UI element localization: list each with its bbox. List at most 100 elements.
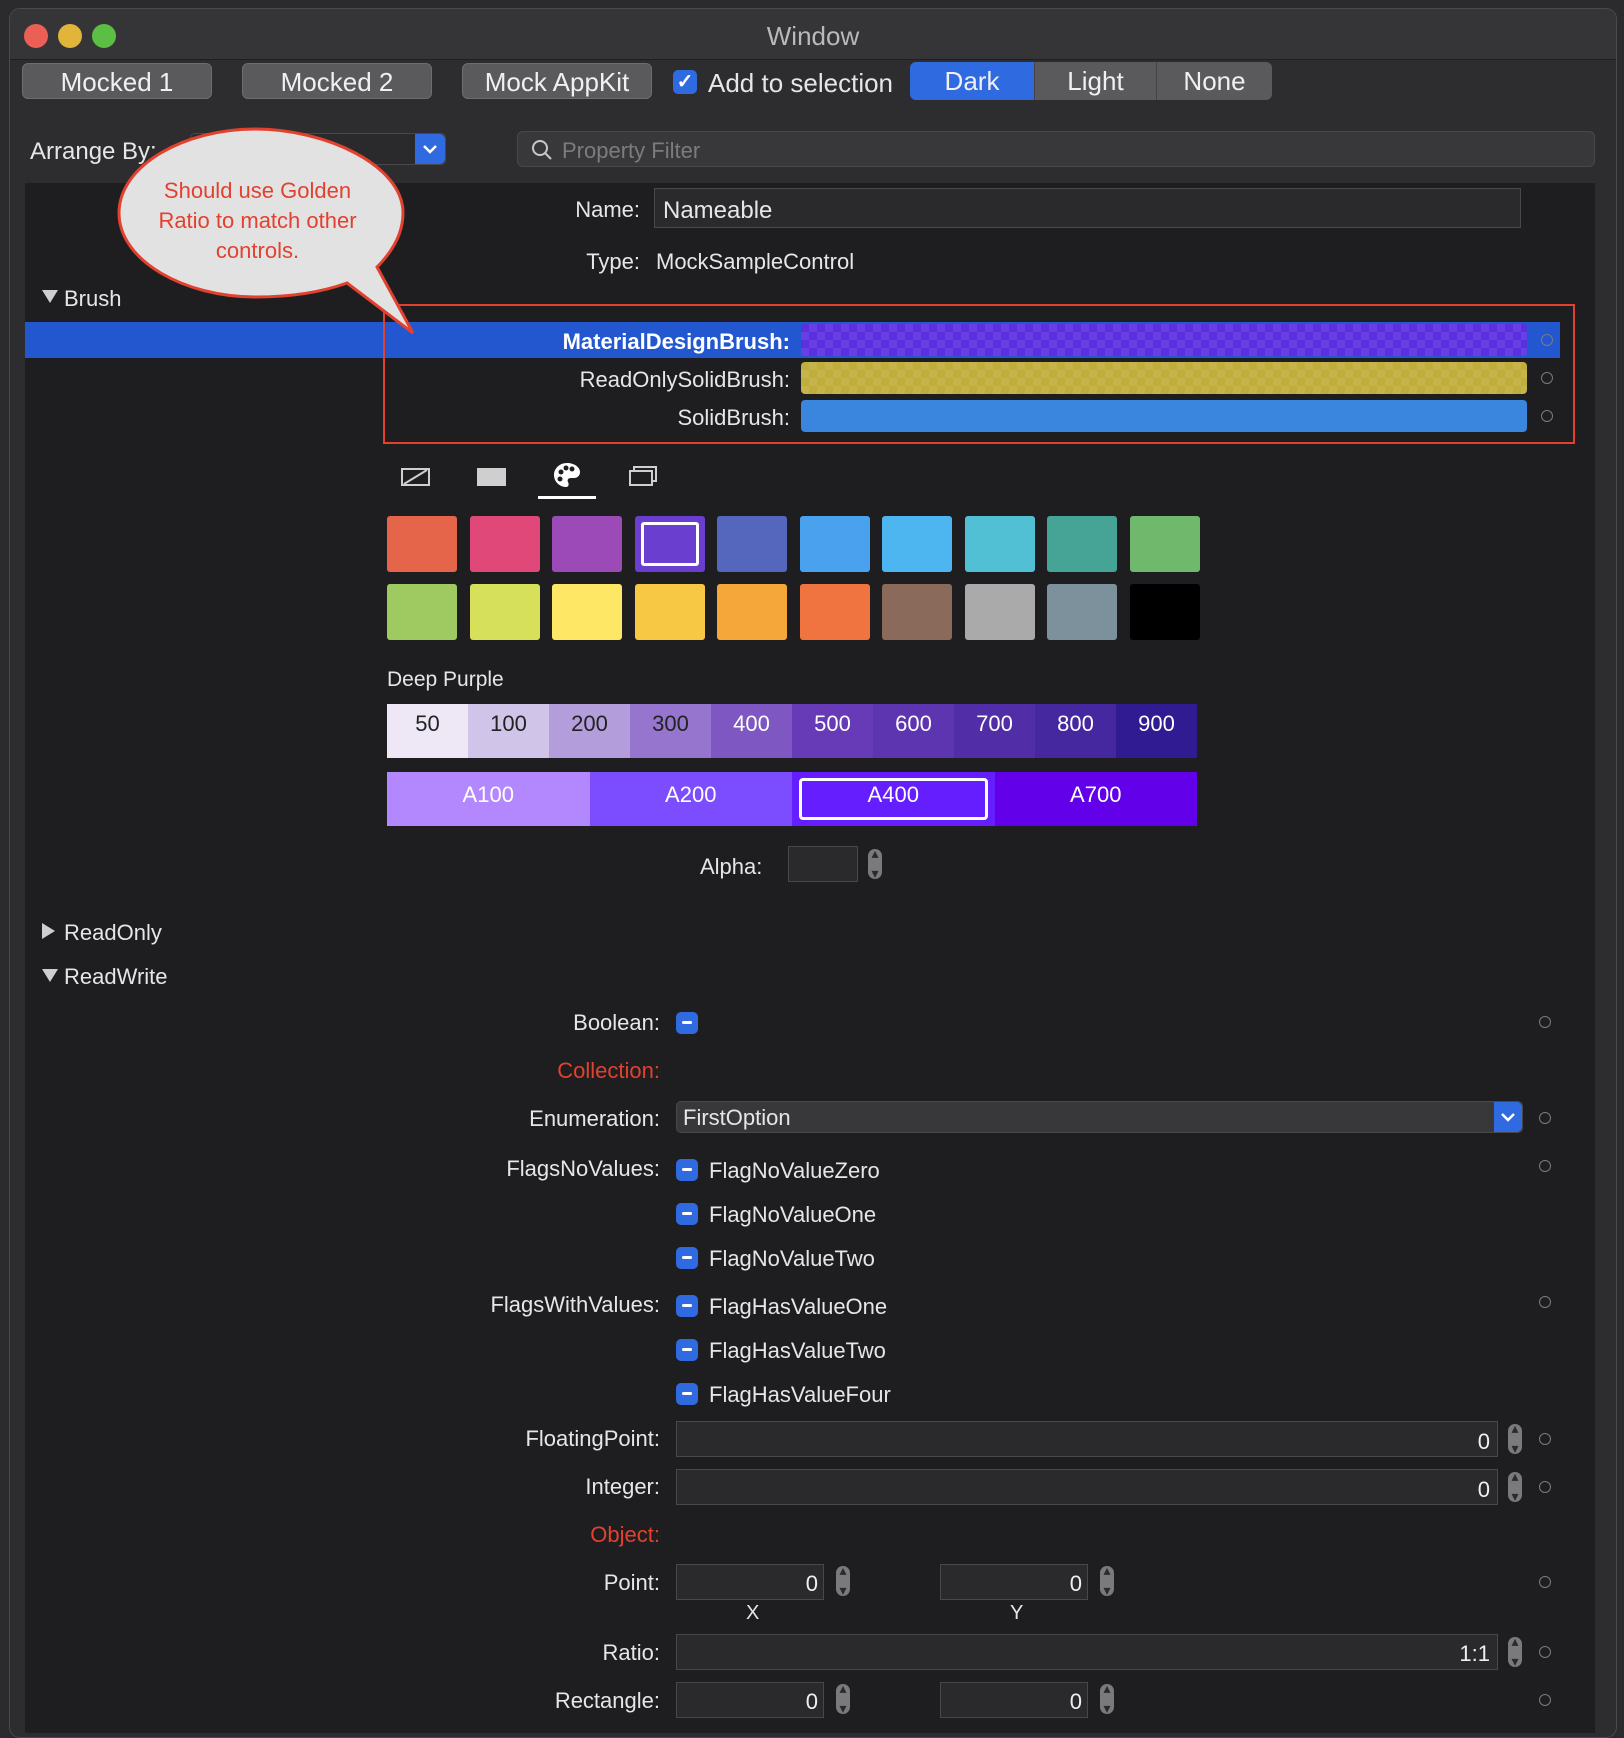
boolean-options-icon[interactable] bbox=[1539, 1016, 1551, 1028]
color-swatch[interactable] bbox=[634, 584, 705, 640]
enumeration-popup[interactable]: FirstOption bbox=[676, 1101, 1523, 1133]
name-label: Name: bbox=[575, 197, 640, 222]
color-swatch[interactable] bbox=[882, 584, 952, 640]
shade-300[interactable]: 300 bbox=[630, 704, 711, 758]
readonly-disclosure-icon[interactable] bbox=[42, 923, 55, 944]
flag-no-value-two-label: FlagNoValueTwo bbox=[709, 1246, 875, 1271]
mocked-2-button[interactable]: Mocked 2 bbox=[242, 63, 432, 99]
theme-none-segment[interactable]: None bbox=[1156, 62, 1272, 100]
theme-light-segment[interactable]: Light bbox=[1034, 62, 1156, 100]
alpha-stepper[interactable] bbox=[868, 845, 882, 882]
color-swatch[interactable] bbox=[717, 516, 787, 572]
flag-no-value-two-checkbox[interactable] bbox=[676, 1247, 698, 1269]
flag-has-value-two-checkbox[interactable] bbox=[676, 1339, 698, 1361]
shade-50[interactable]: 50 bbox=[387, 704, 468, 758]
color-swatch[interactable] bbox=[1047, 516, 1117, 572]
point-label: Point: bbox=[603, 1570, 660, 1595]
accent-a400[interactable]: A400 bbox=[792, 772, 995, 826]
alpha-field[interactable] bbox=[788, 846, 858, 882]
brush-group-label[interactable]: Brush bbox=[64, 286, 121, 312]
integer-field[interactable] bbox=[676, 1469, 1498, 1505]
mocked-1-button[interactable]: Mocked 1 bbox=[22, 63, 212, 99]
shade-800[interactable]: 800 bbox=[1035, 704, 1116, 758]
color-swatch[interactable] bbox=[1129, 516, 1200, 572]
flag-no-value-one-checkbox[interactable] bbox=[676, 1203, 698, 1225]
shade-400[interactable]: 400 bbox=[711, 704, 792, 758]
color-swatch[interactable] bbox=[387, 584, 457, 640]
shade-600[interactable]: 600 bbox=[873, 704, 954, 758]
accent-a200[interactable]: A200 bbox=[589, 772, 792, 826]
shade-500[interactable]: 500 bbox=[792, 704, 873, 758]
resource-icon[interactable] bbox=[627, 464, 659, 488]
floating-point-field[interactable] bbox=[676, 1421, 1498, 1457]
selected-swatch-indicator bbox=[640, 522, 699, 566]
color-swatch[interactable] bbox=[799, 584, 870, 640]
point-y-caption: Y bbox=[1010, 1602, 1024, 1624]
readwrite-disclosure-icon[interactable] bbox=[42, 969, 58, 987]
rectangle-a-value: 0 bbox=[805, 1689, 818, 1714]
rectangle-a-stepper[interactable] bbox=[836, 1680, 850, 1717]
enumeration-options-icon[interactable] bbox=[1539, 1112, 1551, 1124]
integer-stepper[interactable] bbox=[1508, 1468, 1522, 1505]
flags-no-values-options-icon[interactable] bbox=[1539, 1160, 1551, 1172]
shade-200[interactable]: 200 bbox=[549, 704, 630, 758]
chevron-down-icon bbox=[415, 134, 445, 164]
enumeration-label: Enumeration: bbox=[529, 1106, 660, 1131]
accent-a100[interactable]: A100 bbox=[387, 772, 590, 826]
color-swatch[interactable] bbox=[387, 516, 457, 572]
ratio-stepper[interactable] bbox=[1508, 1633, 1522, 1670]
shade-900[interactable]: 900 bbox=[1116, 704, 1197, 758]
theme-dark-segment[interactable]: Dark bbox=[910, 62, 1034, 100]
rectangle-options-icon[interactable] bbox=[1539, 1694, 1551, 1706]
readonly-group-label[interactable]: ReadOnly bbox=[64, 920, 162, 946]
point-y-stepper[interactable] bbox=[1100, 1562, 1114, 1599]
readwrite-group-label[interactable]: ReadWrite bbox=[64, 964, 168, 990]
property-filter-search[interactable]: Property Filter bbox=[517, 131, 1595, 167]
ratio-field[interactable] bbox=[676, 1634, 1498, 1670]
flag-has-value-one-checkbox[interactable] bbox=[676, 1295, 698, 1317]
search-placeholder: Property Filter bbox=[562, 138, 701, 163]
boolean-label: Boolean: bbox=[573, 1010, 660, 1035]
color-swatch[interactable] bbox=[469, 584, 540, 640]
color-swatch[interactable] bbox=[552, 584, 622, 640]
rectangle-b-value: 0 bbox=[1069, 1689, 1082, 1714]
annotation-highlight-box bbox=[383, 304, 1575, 444]
name-value: Nameable bbox=[663, 197, 773, 224]
flag-has-value-four-checkbox[interactable] bbox=[676, 1383, 698, 1405]
brush-disclosure-icon[interactable] bbox=[42, 290, 58, 308]
flags-with-values-options-icon[interactable] bbox=[1539, 1296, 1551, 1308]
color-swatch[interactable] bbox=[964, 584, 1035, 640]
color-swatch[interactable] bbox=[799, 516, 870, 572]
color-swatch[interactable] bbox=[964, 516, 1035, 572]
shade-100[interactable]: 100 bbox=[468, 704, 549, 758]
floating-point-stepper[interactable] bbox=[1508, 1420, 1522, 1457]
color-swatch[interactable] bbox=[634, 516, 705, 572]
mock-appkit-button[interactable]: Mock AppKit bbox=[462, 63, 652, 99]
title-bar: Window bbox=[10, 9, 1616, 60]
point-options-icon[interactable] bbox=[1539, 1576, 1551, 1588]
solid-brush-icon[interactable] bbox=[476, 466, 508, 488]
no-brush-icon[interactable] bbox=[400, 466, 432, 488]
color-swatch[interactable] bbox=[469, 516, 540, 572]
color-swatch[interactable] bbox=[717, 584, 787, 640]
add-to-selection-checkbox[interactable]: ✓ bbox=[673, 70, 697, 94]
color-swatch[interactable] bbox=[552, 516, 622, 572]
ratio-value: 1:1 bbox=[1459, 1641, 1490, 1666]
flag-no-value-zero-checkbox[interactable] bbox=[676, 1159, 698, 1181]
boolean-checkbox[interactable] bbox=[676, 1012, 698, 1034]
name-field[interactable]: Nameable bbox=[654, 188, 1521, 228]
flag-no-value-one-label: FlagNoValueOne bbox=[709, 1202, 877, 1227]
accent-a700[interactable]: A700 bbox=[994, 772, 1197, 826]
point-x-value: 0 bbox=[805, 1571, 818, 1596]
ratio-options-icon[interactable] bbox=[1539, 1646, 1551, 1658]
palette-icon[interactable] bbox=[552, 460, 582, 490]
color-swatch[interactable] bbox=[1129, 584, 1200, 640]
point-x-stepper[interactable] bbox=[836, 1562, 850, 1599]
type-label: Type: bbox=[586, 249, 640, 274]
color-swatch[interactable] bbox=[882, 516, 952, 572]
integer-options-icon[interactable] bbox=[1539, 1481, 1551, 1493]
shade-700[interactable]: 700 bbox=[954, 704, 1035, 758]
rectangle-b-stepper[interactable] bbox=[1100, 1680, 1114, 1717]
floating-point-options-icon[interactable] bbox=[1539, 1433, 1551, 1445]
color-swatch[interactable] bbox=[1047, 584, 1117, 640]
